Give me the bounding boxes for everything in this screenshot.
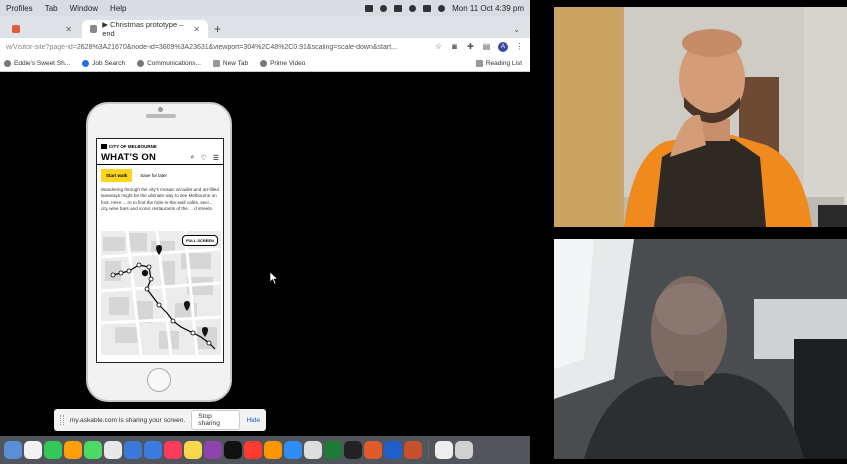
dock-app-icon[interactable] <box>304 441 322 459</box>
drag-handle-icon[interactable] <box>60 415 64 425</box>
dock-app-icon[interactable] <box>204 441 222 459</box>
page-title: WHAT'S ON <box>101 152 157 163</box>
dock-app-icon[interactable] <box>364 441 382 459</box>
stop-sharing-button[interactable]: Stop sharing <box>191 410 241 430</box>
city-logo-mark <box>101 143 107 149</box>
hide-button[interactable]: Hide <box>246 417 260 424</box>
phone-screen: CITY OF MELBOURNE WHAT'S ON ⌕ ♡ ☰ Start … <box>96 138 224 363</box>
tab-inactive[interactable]: ✕ <box>4 20 80 38</box>
seek-icon <box>82 60 90 67</box>
city-logo[interactable]: CITY OF MELBOURNE <box>97 141 223 151</box>
mac-dock <box>0 436 530 464</box>
heart-icon[interactable]: ♡ <box>200 154 206 162</box>
new-tab-button[interactable]: + <box>214 22 221 38</box>
dock-app-icon[interactable] <box>324 441 342 459</box>
participant-video-2 <box>554 239 847 459</box>
participant-video-1 <box>554 7 847 227</box>
dock-app-icon[interactable] <box>124 441 142 459</box>
reading-list-button[interactable]: Reading List <box>475 60 522 67</box>
dock-app-icon[interactable] <box>344 441 362 459</box>
tab-active[interactable]: ▶ Christmas prototype – end ✕ <box>82 20 208 38</box>
profile-avatar[interactable]: A <box>498 42 508 52</box>
dock-app-icon[interactable] <box>64 441 82 459</box>
globe-icon <box>137 60 145 67</box>
tab-strip: ✕ ▶ Christmas prototype – end ✕ + ⌄ <box>0 16 530 38</box>
url-text[interactable]: w/Visitor-site?page-id=2628%3A21670&node… <box>6 44 427 51</box>
browser-chrome: ✕ ▶ Christmas prototype – end ✕ + ⌄ w/Vi… <box>0 16 530 72</box>
dock-app-icon[interactable] <box>164 441 182 459</box>
bookmark-item[interactable]: Communications... <box>137 60 201 67</box>
reading-icon[interactable]: ▤ <box>482 43 491 51</box>
status-icon[interactable] <box>380 4 388 12</box>
dock-app-icon[interactable] <box>244 441 262 459</box>
save-for-later-button[interactable]: Save for later <box>140 173 167 178</box>
address-bar[interactable]: w/Visitor-site?page-id=2628%3A21670&node… <box>0 38 530 56</box>
zoom-icon[interactable] <box>365 4 374 12</box>
hamburger-menu-icon[interactable]: ☰ <box>213 154 219 162</box>
camera-icon[interactable]: ◙ <box>450 43 459 51</box>
figma-icon <box>90 25 98 33</box>
menu-window[interactable]: Window <box>70 4 98 13</box>
control-center-icon[interactable] <box>423 4 432 12</box>
dock-app-icon[interactable] <box>224 441 242 459</box>
dock-app-icon[interactable] <box>384 441 402 459</box>
phone-frame: CITY OF MELBOURNE WHAT'S ON ⌕ ♡ ☰ Start … <box>86 102 232 402</box>
menu-help[interactable]: Help <box>110 4 126 13</box>
map-graphic <box>101 231 221 355</box>
walk-map[interactable]: FULL SCREEN <box>101 231 221 355</box>
participant-1-image <box>554 7 847 227</box>
bookmark-star-icon[interactable]: ☆ <box>434 43 443 51</box>
close-tab-icon[interactable]: ✕ <box>193 25 200 34</box>
mac-menu-bar: Profiles Tab Window Help Mon 11 Oct 4:39… <box>0 0 530 16</box>
screen-share-stage: Profiles Tab Window Help Mon 11 Oct 4:39… <box>0 0 847 464</box>
search-icon[interactable]: ⌕ <box>191 154 195 162</box>
start-walk-button[interactable]: Start walk <box>101 169 133 182</box>
dock-app-icon[interactable] <box>24 441 42 459</box>
participant-2-image <box>554 239 847 459</box>
dock-app-icon[interactable] <box>44 441 62 459</box>
bookmark-item[interactable]: Eddie's Sweet Sh... <box>4 60 70 67</box>
dock-app-icon[interactable] <box>264 441 282 459</box>
bookmark-item[interactable]: New Tab <box>212 60 248 67</box>
more-menu-icon[interactable]: ⋮ <box>515 43 524 51</box>
bookmark-item[interactable]: Prime Video <box>260 60 305 67</box>
close-tab-icon[interactable]: ✕ <box>65 25 72 34</box>
dock-app-icon[interactable] <box>4 441 22 459</box>
dock-app-icon[interactable] <box>104 441 122 459</box>
bookmarks-bar: Eddie's Sweet Sh... Job Search Communica… <box>0 56 530 72</box>
dock-app-icon[interactable] <box>404 441 422 459</box>
extensions-icon[interactable]: ✚ <box>466 43 475 51</box>
dock-app-icon[interactable] <box>435 441 453 459</box>
dock-app-icon[interactable] <box>284 441 302 459</box>
full-screen-button[interactable]: FULL SCREEN <box>182 235 218 246</box>
walk-description: Wandering through the city's mosaic arca… <box>101 187 219 212</box>
search-icon[interactable] <box>409 4 417 12</box>
page-icon <box>212 60 220 67</box>
prototype-viewport[interactable]: CITY OF MELBOURNE WHAT'S ON ⌕ ♡ ☰ Start … <box>0 72 530 438</box>
tab-title: ▶ Christmas prototype – end <box>102 20 184 38</box>
wifi-icon[interactable] <box>394 4 403 12</box>
bookmark-item[interactable]: Job Search <box>82 60 125 67</box>
dock-separator <box>428 441 429 459</box>
phone-camera <box>158 107 163 112</box>
reading-list-icon <box>475 60 483 67</box>
share-message: my.askable.com is sharing your screen. <box>69 416 186 424</box>
menu-profiles[interactable]: Profiles <box>6 4 33 13</box>
mouse-cursor-icon <box>270 272 278 284</box>
dock-app-icon[interactable] <box>455 441 473 459</box>
globe-icon <box>260 60 268 67</box>
dock-app-icon[interactable] <box>184 441 202 459</box>
menu-tab[interactable]: Tab <box>45 4 58 13</box>
screen-share-notification: my.askable.com is sharing your screen. S… <box>54 409 266 431</box>
menu-clock[interactable]: Mon 11 Oct 4:39 pm <box>452 4 524 13</box>
phone-speaker <box>146 114 176 118</box>
dock-app-icon[interactable] <box>144 441 162 459</box>
page-header: WHAT'S ON ⌕ ♡ ☰ <box>97 151 223 165</box>
tab-search-button[interactable]: ⌄ <box>513 25 520 38</box>
tab-favicon <box>12 25 20 33</box>
globe-icon <box>4 60 11 67</box>
dock-app-icon[interactable] <box>84 441 102 459</box>
phone-home-button <box>147 368 171 392</box>
siri-icon[interactable] <box>438 4 446 12</box>
